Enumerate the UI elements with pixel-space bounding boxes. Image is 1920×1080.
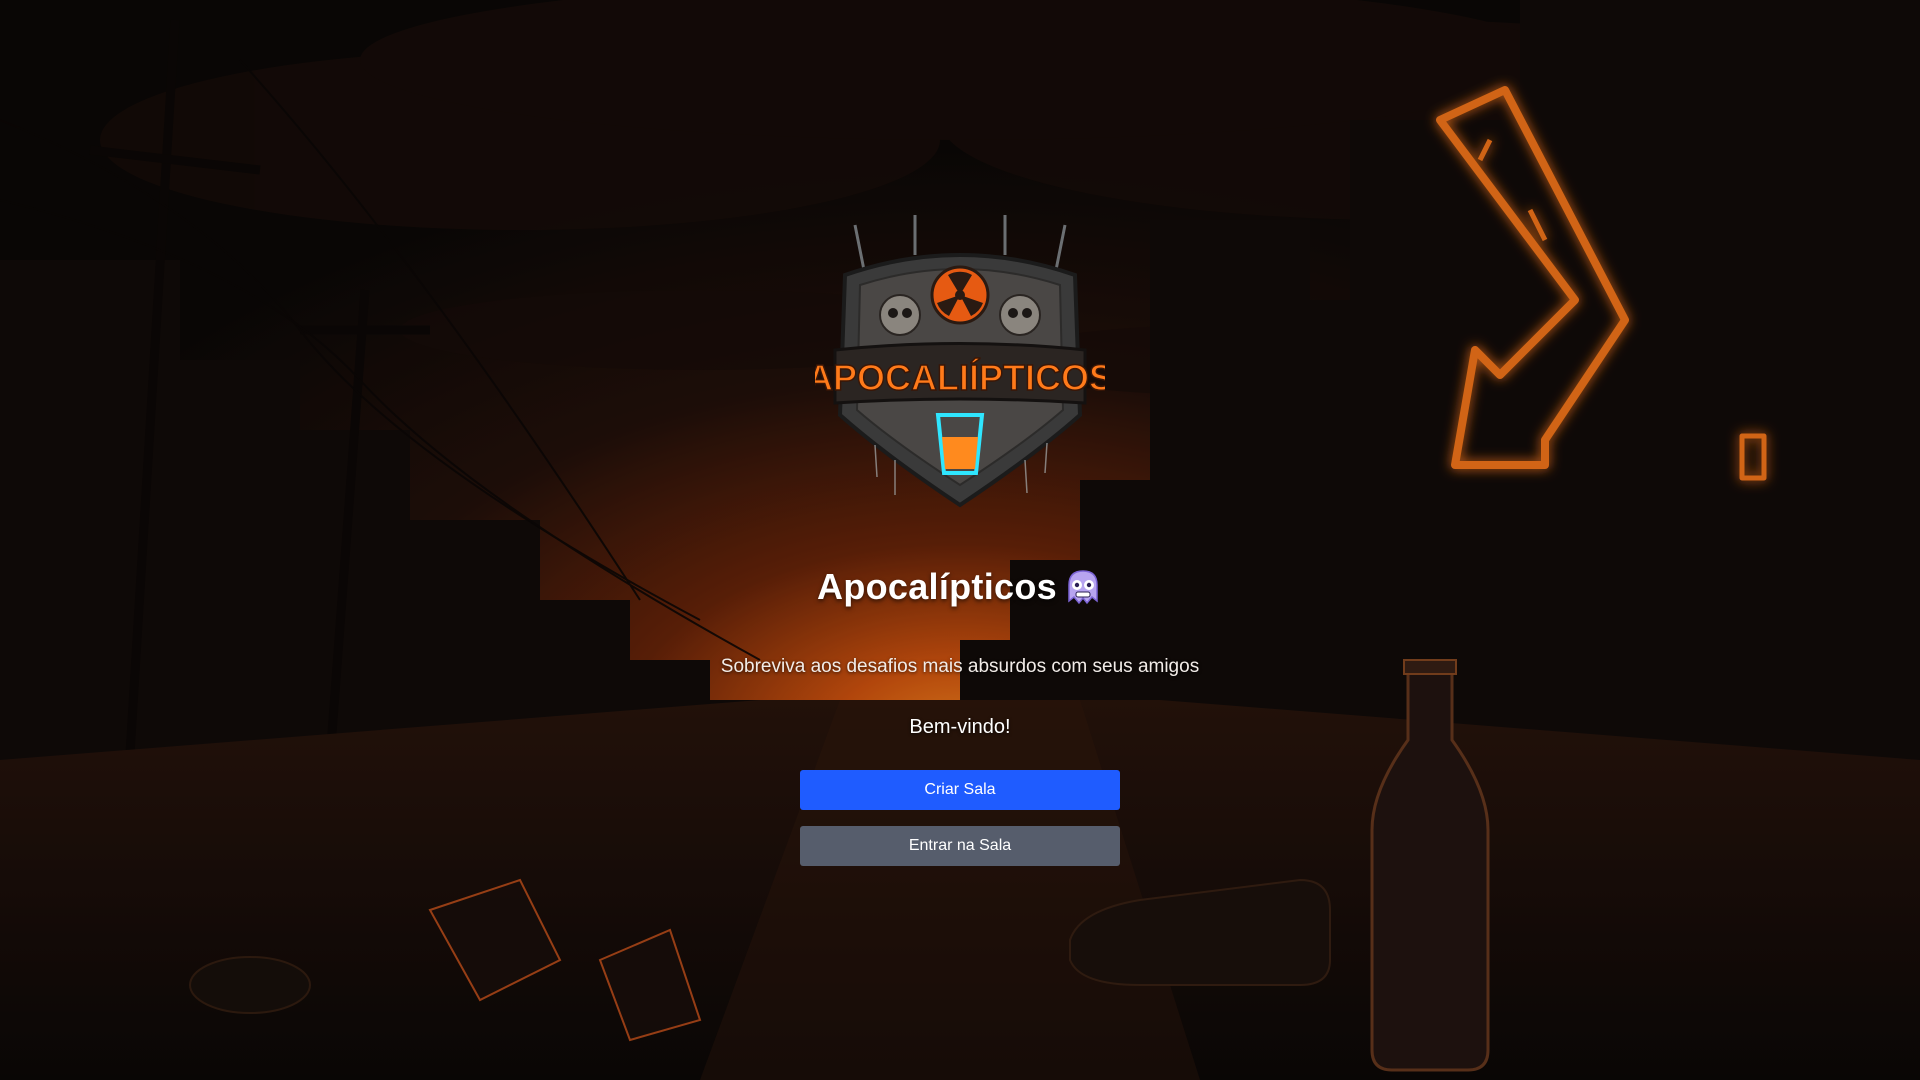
create-room-button[interactable]: Criar Sala bbox=[800, 770, 1120, 810]
cold-face-emoji-icon bbox=[1068, 570, 1098, 605]
svg-text:APOCALIÍPTICOS: APOCALIÍPTICOS bbox=[815, 357, 1105, 398]
join-room-button[interactable]: Entrar na Sala bbox=[800, 826, 1120, 866]
landing-page: APOCALIÍPTICOS Apocalípticos Sobreviva a… bbox=[0, 0, 1920, 1080]
welcome-message: Bem-vindo! bbox=[909, 716, 1011, 738]
title-row: Apocalípticos bbox=[0, 566, 1920, 608]
apocalipticos-logo: APOCALIÍPTICOS bbox=[815, 215, 1105, 508]
page-title: Apocalípticos bbox=[817, 566, 1057, 607]
subtitle: Sobreviva aos desafios mais absurdos com… bbox=[720, 656, 1200, 677]
